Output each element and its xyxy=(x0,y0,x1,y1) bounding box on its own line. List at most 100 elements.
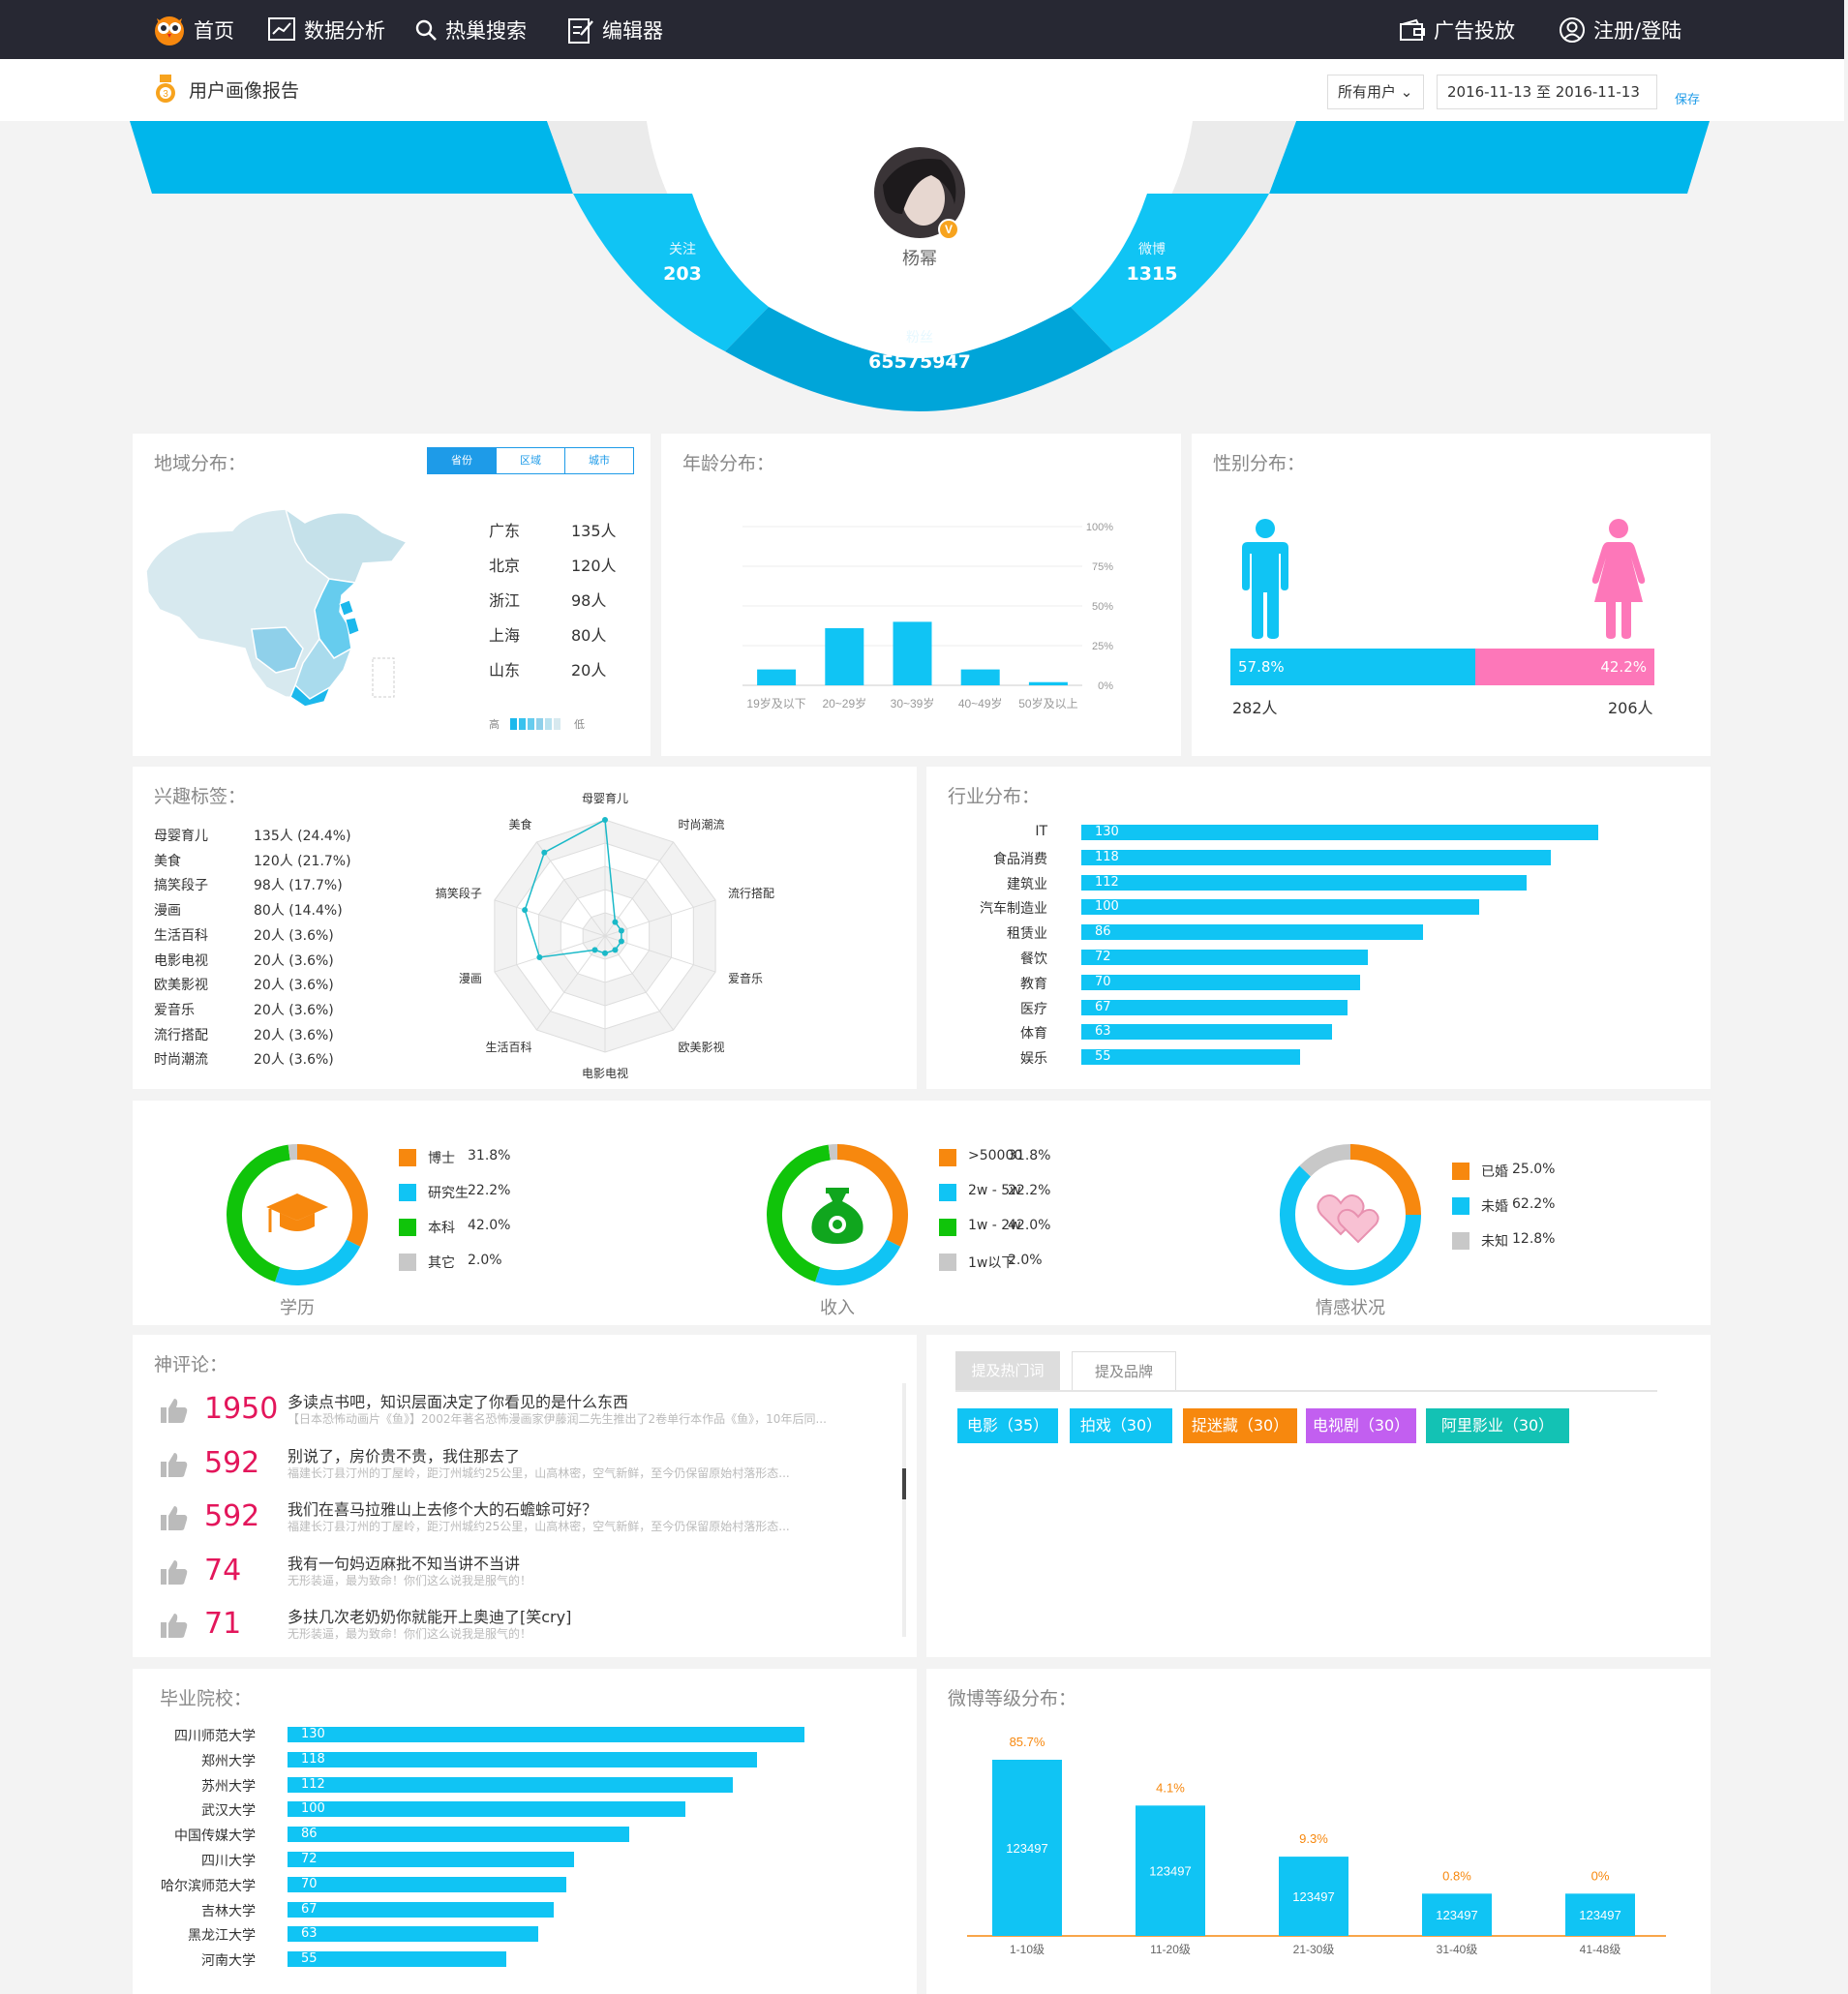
radar-point[interactable] xyxy=(591,947,598,953)
bar[interactable]: 86 xyxy=(288,1827,630,1843)
region-name: 北京 xyxy=(489,557,521,575)
tab-city[interactable]: 城市 xyxy=(564,448,633,473)
x-tick-label: 1-10级 xyxy=(1010,1943,1045,1956)
bar-label: 餐饮 xyxy=(1020,952,1047,967)
level-pct-label: 0% xyxy=(1591,1868,1610,1883)
thumbs-up-icon[interactable] xyxy=(160,1451,189,1478)
level-pct-label: 0.8% xyxy=(1442,1868,1471,1883)
age-bar[interactable] xyxy=(893,621,932,685)
donut-segment[interactable] xyxy=(828,1144,838,1161)
bar[interactable]: 70 xyxy=(288,1876,566,1892)
radar-point[interactable] xyxy=(602,950,608,956)
legend-swatch xyxy=(1452,1232,1469,1250)
nav-hot-search[interactable]: 热巢搜索 xyxy=(414,0,527,59)
bar[interactable]: 67 xyxy=(288,1901,555,1918)
profile-name: 杨幂 xyxy=(902,249,937,269)
region-name: 山东 xyxy=(489,661,521,680)
bar[interactable]: 70 xyxy=(1081,974,1360,990)
tab-area[interactable]: 区域 xyxy=(496,448,564,473)
bar[interactable]: 112 xyxy=(288,1776,734,1793)
thumbs-up-icon[interactable] xyxy=(160,1612,189,1639)
china-map[interactable] xyxy=(140,503,416,711)
interest-value: 20人 (3.6%) xyxy=(254,1002,334,1018)
legend-pct: 22.2% xyxy=(1008,1183,1051,1198)
nav-login[interactable]: 注册/登陆 xyxy=(1559,0,1681,59)
tab-brands[interactable]: 提及品牌 xyxy=(1072,1351,1176,1390)
donut-segment[interactable] xyxy=(275,1239,361,1285)
thumbs-up-icon[interactable] xyxy=(160,1558,189,1586)
radar-point[interactable] xyxy=(536,953,543,960)
interest-name: 时尚潮流 xyxy=(154,1052,208,1069)
bar-label: 河南大学 xyxy=(201,1953,256,1970)
comment-source: 【日本恐怖动画片《鱼》】2002年著名恐怖漫画家伊藤润二先生推出了2卷单行本作品… xyxy=(288,1412,827,1426)
age-bar[interactable] xyxy=(825,627,864,685)
bar[interactable]: 118 xyxy=(1081,849,1551,865)
interest-name: 流行搭配 xyxy=(154,1027,208,1043)
legend-swatch xyxy=(939,1254,956,1271)
bar-label: 郑州大学 xyxy=(201,1753,256,1769)
radar-point[interactable] xyxy=(618,927,624,934)
bar-label: 四川师范大学 xyxy=(174,1729,256,1744)
wallet-icon xyxy=(1400,18,1425,41)
radar-axis-label: 流行搭配 xyxy=(728,887,774,900)
radar-point[interactable] xyxy=(602,817,608,823)
bar[interactable]: 55 xyxy=(288,1951,507,1968)
age-bar[interactable] xyxy=(960,669,1000,685)
bar[interactable]: 67 xyxy=(1081,999,1348,1015)
mention-tag[interactable]: 电影（35） xyxy=(957,1408,1058,1443)
bar[interactable]: 63 xyxy=(288,1926,538,1943)
nav-editor[interactable]: 编辑器 xyxy=(567,0,663,59)
bar[interactable]: 130 xyxy=(288,1727,805,1742)
mention-tag[interactable]: 电视剧（30） xyxy=(1306,1408,1416,1443)
radar-axis-label: 漫画 xyxy=(459,972,482,985)
region-card: 地域分布： 省份 区域 城市 广东 135人 北京 120人 浙江 98人 上海 80人 山东 2… xyxy=(133,434,651,756)
scrollbar-thumb[interactable] xyxy=(902,1468,906,1499)
female-count: 206人 xyxy=(1608,699,1653,717)
radar-point[interactable] xyxy=(522,907,529,914)
tab-province[interactable]: 省份 xyxy=(428,448,496,473)
bar[interactable]: 86 xyxy=(1081,924,1424,941)
bar[interactable]: 112 xyxy=(1081,874,1528,891)
industry-title: 行业分布： xyxy=(948,786,1041,807)
thumbs-up-icon[interactable] xyxy=(160,1504,189,1531)
radar-point[interactable] xyxy=(618,938,624,945)
save-link[interactable]: 保存 xyxy=(1675,89,1700,107)
bar[interactable]: 118 xyxy=(288,1751,757,1767)
bar[interactable]: 72 xyxy=(288,1852,574,1867)
bar[interactable]: 55 xyxy=(1081,1049,1301,1066)
tab-hot-words[interactable]: 提及热门词 xyxy=(955,1351,1060,1390)
user-filter-select[interactable]: 所有用户 ⌄ xyxy=(1327,75,1424,109)
date-range-select[interactable]: 2016-11-13 至 2016-11-13 ⌄ xyxy=(1437,75,1657,134)
comments-scrollbar[interactable] xyxy=(902,1383,906,1637)
donut-segment[interactable] xyxy=(288,1144,298,1161)
nav-ads[interactable]: 广告投放 xyxy=(1399,0,1515,59)
region-value: 98人 xyxy=(571,591,607,610)
income-donut xyxy=(767,1144,908,1285)
nav-analysis[interactable]: 数据分析 xyxy=(267,0,385,59)
mention-tag[interactable]: 捉迷藏（30） xyxy=(1183,1408,1297,1443)
comment-text: 多扶几次老奶奶你就能开上奥迪了[笑cry] xyxy=(288,1608,572,1626)
donut-segment[interactable] xyxy=(815,1239,901,1285)
thumbs-up-icon[interactable] xyxy=(160,1397,189,1424)
radar-point[interactable] xyxy=(612,947,619,953)
donut-segment[interactable] xyxy=(1299,1144,1351,1177)
gender-title: 性别分布： xyxy=(1213,453,1306,474)
age-bar[interactable] xyxy=(1028,681,1068,685)
mention-tag[interactable]: 拍戏（30） xyxy=(1070,1408,1172,1443)
bar[interactable]: 72 xyxy=(1081,950,1368,965)
bar[interactable]: 100 xyxy=(1081,899,1479,916)
age-bar[interactable] xyxy=(757,669,797,685)
interest-name: 欧美影视 xyxy=(154,978,208,994)
radar-point[interactable] xyxy=(612,919,619,925)
bar[interactable]: 130 xyxy=(1081,825,1599,840)
bar[interactable]: 63 xyxy=(1081,1024,1332,1041)
chevron-down-icon: ⌄ xyxy=(1400,83,1413,101)
nav-home[interactable]: 首页 xyxy=(153,0,234,59)
mention-tag[interactable]: 阿里影业（30） xyxy=(1426,1408,1569,1443)
legend-swatch xyxy=(399,1219,416,1236)
bar[interactable]: 100 xyxy=(288,1801,685,1818)
radar-point[interactable] xyxy=(541,849,548,856)
region-value: 80人 xyxy=(571,626,607,645)
comment-text: 我有一句妈迈麻批不知当讲不当讲 xyxy=(288,1554,521,1573)
gender-card: 性别分布： 57.8% 42.2% 282人 206人 xyxy=(1192,434,1711,756)
